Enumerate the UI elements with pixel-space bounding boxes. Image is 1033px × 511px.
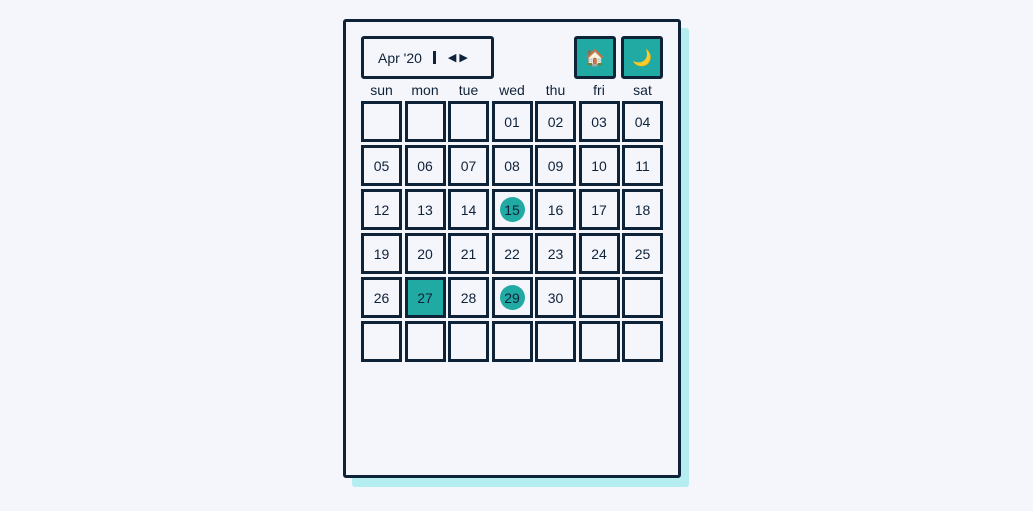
empty-cell: [361, 321, 402, 362]
day-cell[interactable]: 19: [361, 233, 402, 274]
day-number: 23: [547, 245, 564, 262]
day-cell[interactable]: 12: [361, 189, 402, 230]
month-selector: Apr '20 ◀ ▶: [361, 36, 494, 79]
moon-icon: 🌙: [632, 49, 652, 67]
empty-cell: [622, 321, 663, 362]
day-number: 13: [417, 201, 433, 218]
day-number: 19: [373, 245, 390, 262]
day-number: 01: [504, 113, 520, 130]
home-button[interactable]: 🏠: [574, 36, 616, 79]
weekday-header: sun mon tue wed thu fri sat: [361, 82, 663, 98]
home-icon: 🏠: [585, 49, 605, 67]
weekday-label: thu: [545, 82, 566, 98]
day-cell[interactable]: 15: [491, 189, 533, 230]
empty-cell: [491, 321, 533, 362]
day-number: 11: [635, 157, 650, 174]
day-number: 02: [547, 113, 564, 130]
day-number: 16: [547, 201, 564, 218]
day-cell[interactable]: 13: [404, 189, 446, 230]
day-number: 30: [547, 289, 564, 306]
next-month-icon[interactable]: ▶: [459, 51, 467, 64]
day-number: 05: [373, 157, 390, 174]
day-number: 17: [591, 201, 607, 218]
day-number: 20: [417, 245, 433, 262]
day-cell[interactable]: 07: [448, 145, 489, 186]
month-label: Apr '20: [378, 49, 422, 66]
day-number: 08: [504, 157, 520, 174]
weekday-label: sat: [633, 82, 652, 98]
day-number: 07: [460, 157, 477, 174]
empty-cell: [622, 277, 663, 318]
day-cell[interactable]: 06: [404, 145, 446, 186]
prev-month-icon[interactable]: ◀: [448, 51, 456, 64]
weekday-label: tue: [458, 82, 479, 98]
day-cell[interactable]: 30: [535, 277, 576, 318]
day-cell[interactable]: 22: [491, 233, 533, 274]
marked-day-number: 15: [499, 197, 525, 222]
day-cell[interactable]: 29: [491, 277, 533, 318]
day-cell[interactable]: 09: [535, 145, 576, 186]
day-number: 22: [504, 245, 520, 262]
day-grid: 01 02 03 04 05 06 07 08 09 10 11 12 13 14 15 16 17 18 19 20…: [361, 101, 663, 362]
day-number: 28: [460, 289, 477, 306]
day-number: 03: [591, 113, 607, 130]
day-number: 14: [460, 201, 477, 218]
day-number: 25: [634, 245, 651, 262]
day-cell[interactable]: 16: [535, 189, 576, 230]
day-cell[interactable]: 14: [448, 189, 489, 230]
day-number: 21: [460, 245, 477, 262]
day-cell[interactable]: 26: [361, 277, 402, 318]
day-number: 04: [634, 113, 651, 130]
day-cell[interactable]: 27: [404, 277, 446, 318]
day-cell[interactable]: 25: [622, 233, 663, 274]
empty-cell: [404, 101, 446, 142]
day-cell[interactable]: 24: [578, 233, 620, 274]
day-cell[interactable]: 03: [578, 101, 620, 142]
day-cell[interactable]: 11: [622, 145, 663, 186]
day-cell[interactable]: 04: [622, 101, 663, 142]
day-number: 09: [547, 157, 564, 174]
day-cell[interactable]: 17: [578, 189, 620, 230]
empty-cell: [448, 101, 489, 142]
empty-cell: [578, 321, 620, 362]
day-cell[interactable]: 18: [622, 189, 663, 230]
day-cell[interactable]: 01: [491, 101, 533, 142]
day-number: 06: [417, 157, 433, 174]
day-number: 24: [591, 245, 607, 262]
calendar-card: Apr '20 ◀ ▶ 🏠 🌙 sun mon tue wed thu fri sat 01…: [343, 19, 681, 478]
day-cell[interactable]: 23: [535, 233, 576, 274]
marked-day-number: 29: [499, 285, 525, 310]
day-number: 18: [634, 201, 651, 218]
day-cell[interactable]: 21: [448, 233, 489, 274]
day-number: 27: [417, 289, 433, 306]
theme-toggle-button[interactable]: 🌙: [621, 36, 663, 79]
day-cell[interactable]: 20: [404, 233, 446, 274]
day-cell[interactable]: 10: [578, 145, 620, 186]
empty-cell: [361, 101, 402, 142]
empty-cell: [448, 321, 489, 362]
day-cell[interactable]: 08: [491, 145, 533, 186]
weekday-label: mon: [411, 82, 439, 98]
day-number: 12: [373, 201, 390, 218]
separator: [432, 51, 436, 64]
day-number: 26: [373, 289, 390, 306]
day-cell[interactable]: 02: [535, 101, 576, 142]
day-cell[interactable]: 28: [448, 277, 489, 318]
weekday-label: fri: [593, 82, 605, 98]
weekday-label: sun: [370, 82, 393, 98]
day-number: 10: [591, 157, 607, 174]
weekday-label: wed: [499, 82, 525, 98]
empty-cell: [404, 321, 446, 362]
empty-cell: [578, 277, 620, 318]
empty-cell: [535, 321, 576, 362]
day-cell[interactable]: 05: [361, 145, 402, 186]
